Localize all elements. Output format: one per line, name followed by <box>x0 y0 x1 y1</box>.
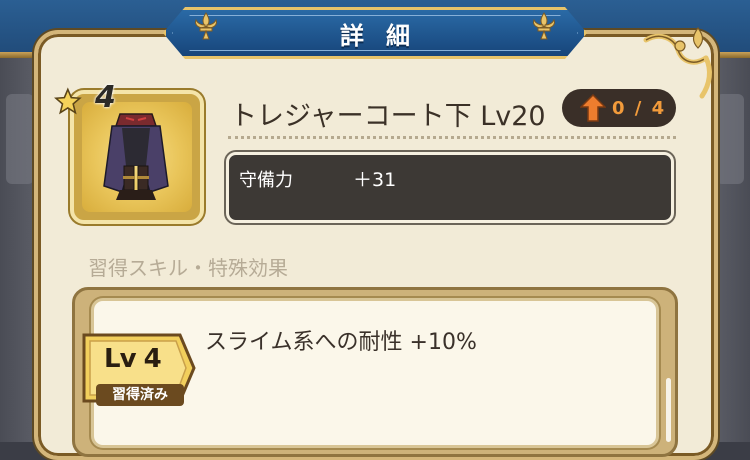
skill-effect-text: スライム系への耐性 +10% <box>205 330 477 355</box>
skills-heading: 習得スキル・特殊効果 <box>88 256 288 280</box>
skill-level: Lv 4 <box>104 344 162 374</box>
item-coat-icon <box>103 113 169 200</box>
skill-status: 習得済み <box>96 384 184 406</box>
stat-box: 守備力 ＋31 <box>226 152 674 223</box>
fleur-de-lis-icon <box>533 12 555 40</box>
up-arrow-icon <box>580 94 606 122</box>
divider <box>228 136 676 139</box>
item-name: トレジャーコート下 Lv20 <box>230 101 546 132</box>
item-rank: 4 <box>95 80 116 115</box>
fleur-de-lis-icon <box>195 12 217 40</box>
star-icon <box>54 87 82 115</box>
stat-label-defense: 守備力 <box>239 170 293 191</box>
scrollbar[interactable] <box>666 378 671 442</box>
stat-value-defense: ＋31 <box>353 169 397 191</box>
header-plate: 詳細 <box>163 7 587 59</box>
upgrade-count: 0 / 4 <box>612 97 667 119</box>
upgrade-badge: 0 / 4 <box>562 89 676 127</box>
page-title: 詳細 <box>340 21 432 50</box>
